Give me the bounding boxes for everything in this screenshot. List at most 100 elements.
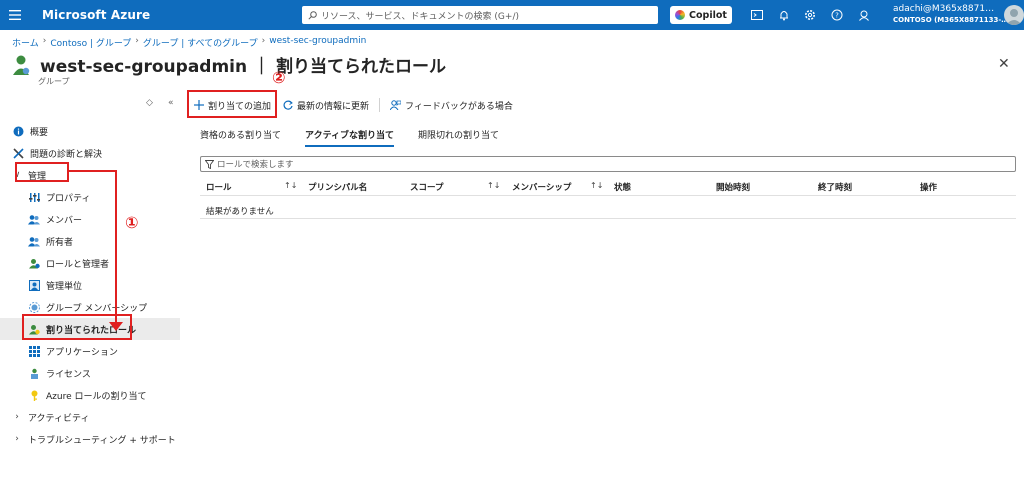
tab-active-assignments[interactable]: アクティブな割り当て — [305, 128, 395, 147]
search-placeholder: リソース、サービス、ドキュメントの検索 (G+/) — [321, 11, 519, 22]
members-icon — [28, 213, 40, 225]
sidebar-item-label: プロパティ — [46, 193, 91, 204]
annotation-marker-2: ② — [272, 68, 286, 87]
page-header: west-sec-groupadmin ｜ 割り当てられたロール — [12, 52, 446, 77]
tab-expired-assignments[interactable]: 期限切れの割り当て — [418, 128, 499, 147]
sidebar-item-roles-admins[interactable]: ロールと管理者 — [0, 252, 180, 274]
sidebar-item-label: ライセンス — [46, 369, 91, 380]
feedback-icon[interactable] — [857, 8, 871, 22]
sidebar-item-members[interactable]: メンバー — [0, 208, 180, 230]
svg-text:?: ? — [835, 12, 839, 20]
gear-icon[interactable] — [803, 8, 817, 22]
breadcrumb-all-groups[interactable]: グループ | すべてのグループ — [143, 36, 258, 49]
account-name: adachi@M365x8871… — [893, 4, 995, 14]
info-icon — [12, 125, 24, 137]
sidebar-item-label: 所有者 — [46, 237, 74, 248]
account-tenant: CONTOSO (M365X8871133-… — [893, 16, 1009, 24]
annotation-box-add-assignment — [187, 90, 277, 118]
refresh-icon — [283, 100, 293, 110]
sidebar-item-azure-role-assignments[interactable]: Azure ロールの割り当て — [0, 384, 180, 406]
column-header-principal-name[interactable]: プリンシパル名 — [308, 181, 367, 193]
properties-icon — [28, 191, 40, 203]
feedback-person-icon — [390, 100, 402, 110]
breadcrumb-home[interactable]: ホーム — [12, 36, 39, 49]
sidebar-item-licenses[interactable]: ライセンス — [0, 362, 180, 384]
page-subtitle: グループ — [38, 77, 70, 86]
sidebar-item-label: メンバー — [46, 215, 83, 226]
annotation-marker-1: ① — [125, 213, 139, 232]
sidebar-item-label: 問題の診断と解決 — [30, 149, 103, 160]
annotation-arrow-line — [69, 170, 117, 172]
assignment-tabs: 資格のある割り当て アクティブな割り当て 期限切れの割り当て — [200, 128, 523, 147]
breadcrumb-contoso-groups[interactable]: Contoso | グループ — [50, 36, 131, 49]
column-header-role[interactable]: ロール — [206, 181, 232, 193]
sidebar-item-applications[interactable]: アプリケーション — [0, 340, 180, 362]
role-filter-placeholder: ロールで検索します — [217, 160, 294, 170]
search-icon — [308, 10, 317, 20]
copilot-icon — [675, 10, 686, 20]
column-header-actions[interactable]: 操作 — [920, 181, 937, 193]
refresh-button[interactable]: 最新の情報に更新 — [277, 94, 375, 116]
copilot-button[interactable]: Copilot — [670, 6, 732, 24]
licenses-icon — [28, 367, 40, 379]
sort-icon[interactable]: ↑↓ — [487, 181, 500, 190]
sort-icon[interactable]: ↑↓ — [284, 181, 297, 190]
sidebar-item-properties[interactable]: プロパティ — [0, 186, 180, 208]
account-info[interactable]: adachi@M365x8871… CONTOSO (M365X8871133-… — [893, 4, 1008, 26]
annotation-arrow-line — [115, 170, 117, 328]
breadcrumb: ホーム › Contoso | グループ › グループ | すべてのグループ ›… — [12, 36, 366, 49]
tab-eligible-assignments[interactable]: 資格のある割り当て — [200, 128, 281, 147]
sort-icon[interactable]: ↑↓ — [590, 181, 603, 190]
annotation-box-manage — [15, 162, 69, 182]
column-header-start-time[interactable]: 開始時刻 — [716, 181, 750, 193]
expand-collapse-icon[interactable]: ◇ — [146, 98, 153, 108]
empty-results-text: 結果がありません — [206, 207, 274, 217]
sidebar-item-admin-units[interactable]: 管理単位 — [0, 274, 180, 296]
sidebar-item-diagnose[interactable]: 問題の診断と解決 — [0, 142, 180, 164]
chevron-right-icon: › — [15, 434, 19, 444]
group-membership-icon — [28, 301, 40, 313]
collapse-sidebar-icon[interactable]: « — [168, 98, 174, 108]
table-row-divider — [200, 218, 1016, 219]
breadcrumb-current[interactable]: west-sec-groupadmin — [269, 36, 366, 49]
table-header: ロール ↑↓ プリンシパル名 スコープ ↑↓ メンバーシップ ↑↓ 状態 開始時… — [200, 178, 1016, 196]
filter-icon — [205, 159, 214, 169]
sidebar-item-label: アプリケーション — [46, 347, 118, 358]
sidebar-item-label: アクティビティ — [28, 413, 90, 424]
sidebar-item-overview[interactable]: 概要 — [0, 120, 180, 142]
brand-title[interactable]: Microsoft Azure — [42, 8, 150, 22]
copilot-label: Copilot — [689, 9, 727, 21]
owners-icon — [28, 235, 40, 247]
roles-admin-icon — [28, 257, 40, 269]
sidebar-item-label: トラブルシューティング + サポート — [28, 435, 176, 446]
breadcrumb-separator: › — [261, 36, 266, 46]
applications-icon — [28, 345, 40, 357]
breadcrumb-separator: › — [42, 36, 47, 46]
bell-icon[interactable] — [777, 8, 791, 22]
feedback-label: フィードバックがある場合 — [405, 101, 513, 112]
key-icon — [28, 389, 40, 401]
refresh-label: 最新の情報に更新 — [297, 101, 370, 112]
search-input[interactable]: リソース、サービス、ドキュメントの検索 (G+/) — [302, 6, 658, 24]
cloud-shell-icon[interactable] — [750, 8, 764, 22]
sidebar-item-label: 管理単位 — [46, 281, 83, 292]
close-icon[interactable]: ✕ — [998, 56, 1010, 72]
group-icon — [13, 55, 30, 75]
avatar[interactable] — [1004, 5, 1024, 25]
column-header-end-time[interactable]: 終了時刻 — [818, 181, 852, 193]
chevron-right-icon: › — [15, 412, 19, 422]
sidebar-item-owners[interactable]: 所有者 — [0, 230, 180, 252]
sidebar-group-activity[interactable]: › アクティビティ — [0, 406, 180, 428]
sidebar-group-troubleshooting[interactable]: › トラブルシューティング + サポート — [0, 428, 180, 450]
column-header-scope[interactable]: スコープ — [410, 181, 444, 193]
more-options-button[interactable]: ··· — [382, 56, 392, 67]
feedback-button[interactable]: フィードバックがある場合 — [384, 94, 519, 116]
help-icon[interactable]: ? — [830, 8, 844, 22]
role-filter-input[interactable]: ロールで検索します — [200, 156, 1016, 172]
menu-icon[interactable] — [0, 0, 30, 30]
sidebar-item-label: 概要 — [30, 127, 49, 138]
column-header-membership[interactable]: メンバーシップ — [512, 181, 571, 193]
sidebar-item-label: Azure ロールの割り当て — [46, 391, 147, 402]
annotation-box-assigned-roles — [22, 314, 132, 340]
column-header-status[interactable]: 状態 — [614, 181, 631, 193]
